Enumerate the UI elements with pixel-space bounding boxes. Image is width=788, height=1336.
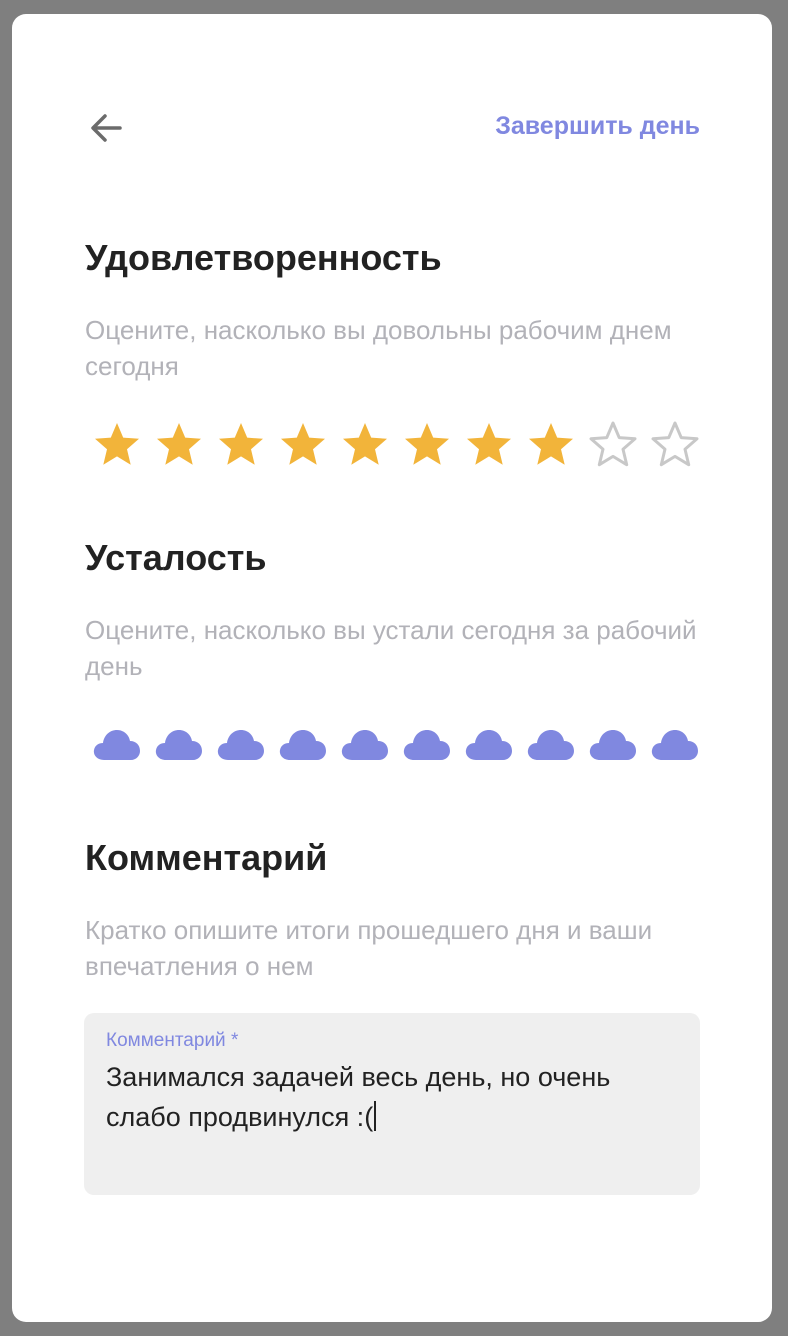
satisfaction-title: Удовлетворенность: [85, 237, 442, 278]
fatigue-subtitle: Оцените, насколько вы устали сегодня за …: [85, 615, 697, 681]
star-filled[interactable]: [396, 417, 458, 473]
cloud-filled[interactable]: [210, 716, 272, 772]
star-filled[interactable]: [210, 417, 272, 473]
cloud-filled[interactable]: [520, 716, 582, 772]
text-caret: [374, 1101, 377, 1131]
star-icon: [95, 423, 139, 465]
cloud-filled[interactable]: [458, 716, 520, 772]
cloud-icon: [279, 730, 326, 760]
fatigue-title: Усталость: [85, 537, 267, 578]
comment-text: Занимался задачей весь день, но очень сл…: [106, 1062, 611, 1132]
cloud-filled[interactable]: [582, 716, 644, 772]
star-empty[interactable]: [644, 417, 706, 473]
cloud-icon: [589, 730, 636, 760]
star-filled[interactable]: [520, 417, 582, 473]
back-button[interactable]: [84, 106, 128, 150]
cloud-filled[interactable]: [272, 716, 334, 772]
cloud-icon: [93, 730, 140, 760]
star-icon: [589, 421, 637, 467]
star-filled[interactable]: [458, 417, 520, 473]
star-empty[interactable]: [582, 417, 644, 473]
star-icon: [281, 423, 325, 465]
cloud-filled[interactable]: [148, 716, 210, 772]
star-icon: [405, 423, 449, 465]
cloud-icon: [341, 730, 388, 760]
arrow-left-icon: [91, 114, 122, 142]
comment-subtitle: Кратко опишите итоги прошедшего дня и ва…: [85, 915, 653, 981]
finish-day-button[interactable]: Завершить день: [495, 110, 700, 142]
cloud-icon: [217, 730, 264, 760]
comment-field-value[interactable]: Занимался задачей весь день, но очень сл…: [106, 1057, 676, 1137]
comment-field-label: Комментарий *: [106, 1030, 239, 1051]
star-icon: [157, 423, 201, 465]
cloud-icon: [465, 730, 512, 760]
star-filled[interactable]: [272, 417, 334, 473]
cloud-icon: [527, 730, 574, 760]
day-summary-card: Завершить день Удовлетворенность Оцените…: [12, 14, 772, 1322]
cloud-filled[interactable]: [396, 716, 458, 772]
cloud-icon: [651, 730, 698, 760]
fatigue-rating: [86, 716, 706, 772]
cloud-filled[interactable]: [644, 716, 706, 772]
comment-field[interactable]: Комментарий * Занимался задачей весь ден…: [84, 1013, 700, 1195]
satisfaction-rating: [86, 417, 706, 473]
satisfaction-subtitle: Оцените, насколько вы довольны рабочим д…: [85, 315, 672, 381]
star-icon: [529, 423, 573, 465]
cloud-icon: [403, 730, 450, 760]
star-icon: [219, 423, 263, 465]
star-icon: [343, 423, 387, 465]
star-filled[interactable]: [148, 417, 210, 473]
comment-title: Комментарий: [85, 837, 328, 878]
star-icon: [651, 421, 699, 467]
star-filled[interactable]: [86, 417, 148, 473]
cloud-icon: [155, 730, 202, 760]
star-filled[interactable]: [334, 417, 396, 473]
cloud-filled[interactable]: [86, 716, 148, 772]
cloud-filled[interactable]: [334, 716, 396, 772]
star-icon: [467, 423, 511, 465]
